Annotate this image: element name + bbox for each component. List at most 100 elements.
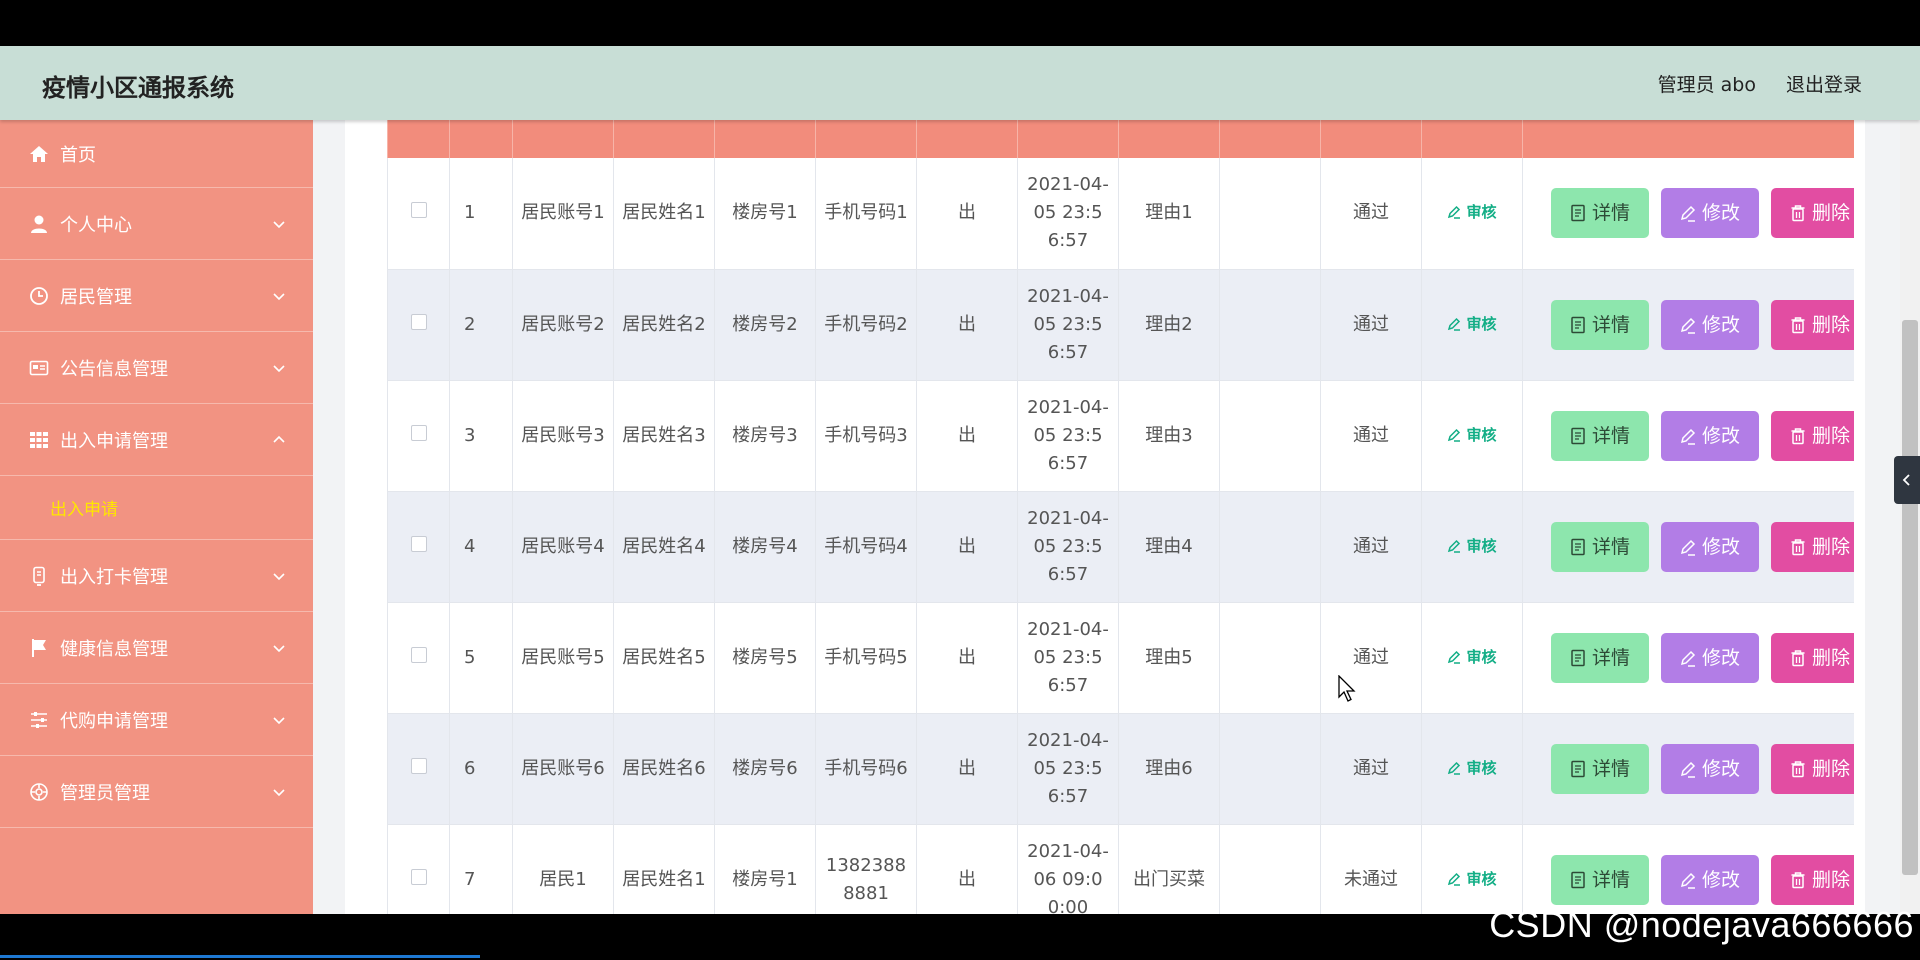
flag-icon xyxy=(28,637,50,659)
cell-reply xyxy=(1219,491,1321,603)
row-actions: 详情 修改 删除 xyxy=(1522,269,1854,381)
audit-link[interactable]: 审核 xyxy=(1447,754,1497,782)
edit-button[interactable]: 修改 xyxy=(1661,632,1759,683)
delete-button[interactable]: 删除 xyxy=(1771,743,1854,794)
header-cell xyxy=(1522,120,1854,158)
cell-status: 未通过 xyxy=(1320,824,1422,914)
delete-button[interactable]: 删除 xyxy=(1771,632,1854,683)
detail-button[interactable]: 详情 xyxy=(1551,854,1649,905)
row-checkbox[interactable] xyxy=(410,757,427,774)
cell-status: 通过 xyxy=(1320,380,1422,492)
sidebar-item-access-requests[interactable]: 出入申请管理 xyxy=(0,404,313,476)
row-checkbox[interactable] xyxy=(410,535,427,552)
sidebar-item-notices[interactable]: 公告信息管理 xyxy=(0,332,313,404)
document-icon xyxy=(1571,205,1585,222)
detail-label: 详情 xyxy=(1591,868,1630,891)
row-actions: 详情 修改 删除 xyxy=(1522,491,1854,603)
header-cell xyxy=(387,120,450,158)
edit-button[interactable]: 修改 xyxy=(1661,410,1759,461)
sidebar-item-home[interactable]: 首页 xyxy=(0,120,313,188)
cell-name: 居民姓名3 xyxy=(613,380,715,492)
detail-button[interactable]: 详情 xyxy=(1551,521,1649,572)
sidebar-item-purchase[interactable]: 代购申请管理 xyxy=(0,684,313,756)
top-header: 疫情小区通报系统 管理员 abo 退出登录 xyxy=(0,46,1920,120)
data-table-scroll[interactable]: 1 居民账号1 居民姓名1 楼房号1 手机号码1 出 2021-04-05 23:56:57… xyxy=(387,120,1854,914)
sidebar-item-profile[interactable]: 个人中心 xyxy=(0,188,313,260)
cell-direction: 出 xyxy=(916,824,1018,914)
sidebar-item-checkin[interactable]: 出入打卡管理 xyxy=(0,540,313,612)
edit-button[interactable]: 修改 xyxy=(1661,743,1759,794)
submenu-item-access-request[interactable]: 出入申请 xyxy=(0,476,313,540)
row-checkbox[interactable] xyxy=(410,424,427,441)
row-select-cell xyxy=(387,158,450,270)
pencil-icon xyxy=(1448,317,1461,331)
cell-phone: 手机号码3 xyxy=(815,380,917,492)
detail-button[interactable]: 详情 xyxy=(1551,188,1649,239)
page-scrollbar[interactable] xyxy=(1900,120,1920,914)
delete-button[interactable]: 删除 xyxy=(1771,521,1854,572)
row-checkbox[interactable] xyxy=(410,868,427,885)
sidebar-item-label: 出入申请管理 xyxy=(60,430,168,452)
sidebar-item-health[interactable]: 健康信息管理 xyxy=(0,612,313,684)
audit-link[interactable]: 审核 xyxy=(1447,310,1497,338)
delete-button[interactable]: 删除 xyxy=(1771,299,1854,350)
edit-label: 修改 xyxy=(1701,202,1740,225)
row-select-cell xyxy=(387,713,450,825)
badge-icon xyxy=(28,565,50,587)
user-icon xyxy=(28,213,50,235)
edit-pencil-icon xyxy=(1680,761,1696,778)
row-select-cell xyxy=(387,491,450,603)
cell-name: 居民姓名1 xyxy=(613,824,715,914)
chevron-down-icon xyxy=(273,220,285,228)
audit-label: 审核 xyxy=(1466,647,1497,666)
detail-label: 详情 xyxy=(1591,424,1630,447)
cell-building: 楼房号4 xyxy=(714,491,816,603)
chevron-down-icon xyxy=(273,572,285,580)
audit-cell: 审核 xyxy=(1421,824,1523,914)
edit-button[interactable]: 修改 xyxy=(1661,188,1759,239)
audit-link[interactable]: 审核 xyxy=(1447,865,1497,893)
cell-phone: 13823888881 xyxy=(815,824,917,914)
row-checkbox[interactable] xyxy=(410,202,427,219)
sidebar-item-label: 个人中心 xyxy=(60,214,132,236)
detail-button[interactable]: 详情 xyxy=(1551,299,1649,350)
delete-label: 删除 xyxy=(1811,202,1850,225)
audit-link[interactable]: 审核 xyxy=(1447,198,1497,226)
cell-reason: 理由5 xyxy=(1118,602,1220,714)
edit-button[interactable]: 修改 xyxy=(1661,299,1759,350)
row-checkbox[interactable] xyxy=(410,646,427,663)
audit-cell: 审核 xyxy=(1421,380,1523,492)
detail-button[interactable]: 详情 xyxy=(1551,410,1649,461)
edit-pencil-icon xyxy=(1680,650,1696,667)
edit-button[interactable]: 修改 xyxy=(1661,854,1759,905)
delete-button[interactable]: 删除 xyxy=(1771,188,1854,239)
delete-button[interactable]: 删除 xyxy=(1771,410,1854,461)
pencil-icon xyxy=(1448,206,1461,219)
chevron-down-icon xyxy=(273,788,285,796)
card-icon xyxy=(28,357,50,379)
audit-label: 审核 xyxy=(1466,425,1497,444)
audit-link[interactable]: 审核 xyxy=(1447,532,1497,560)
cell-account: 居民账号4 xyxy=(512,491,614,603)
cell-building: 楼房号1 xyxy=(714,158,816,270)
audit-link[interactable]: 审核 xyxy=(1447,421,1497,449)
sidebar-item-residents[interactable]: 居民管理 xyxy=(0,260,313,332)
delete-button[interactable]: 删除 xyxy=(1771,854,1854,905)
row-checkbox[interactable] xyxy=(410,313,427,330)
edit-label: 修改 xyxy=(1701,313,1740,336)
detail-button[interactable]: 详情 xyxy=(1551,632,1649,683)
logout-link[interactable]: 退出登录 xyxy=(1786,70,1862,97)
audit-cell: 审核 xyxy=(1421,713,1523,825)
sliders-icon xyxy=(28,709,50,731)
edit-label: 修改 xyxy=(1701,424,1740,447)
scrollbar-thumb[interactable] xyxy=(1902,320,1918,875)
header-cell xyxy=(1219,120,1321,158)
audit-link[interactable]: 审核 xyxy=(1447,643,1497,671)
collapse-panel-button[interactable] xyxy=(1894,456,1920,504)
detail-button[interactable]: 详情 xyxy=(1551,743,1649,794)
access-request-table: 1 居民账号1 居民姓名1 楼房号1 手机号码1 出 2021-04-05 23:56:57… xyxy=(387,120,1854,914)
header-cell xyxy=(714,120,816,158)
cell-phone: 手机号码5 xyxy=(815,602,917,714)
edit-button[interactable]: 修改 xyxy=(1661,521,1759,572)
sidebar-item-admins[interactable]: 管理员管理 xyxy=(0,756,313,828)
